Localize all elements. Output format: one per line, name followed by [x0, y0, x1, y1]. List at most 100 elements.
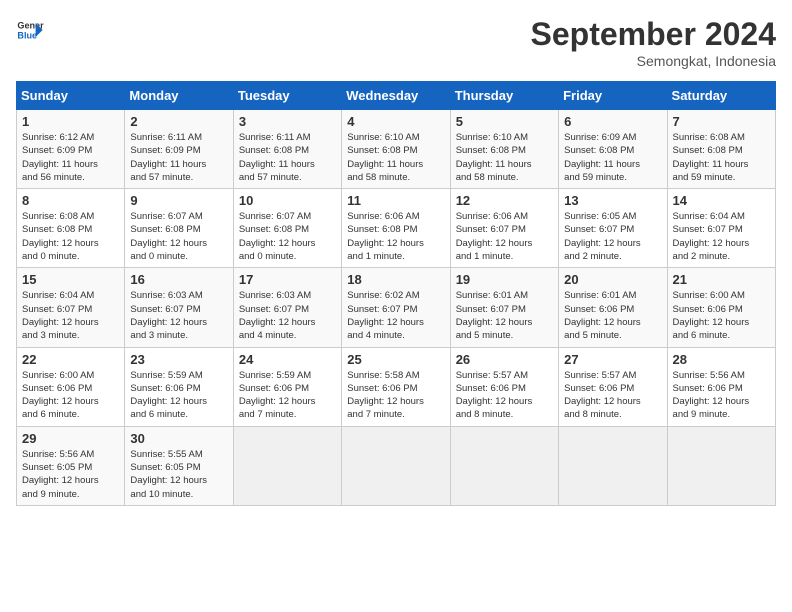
day-number: 29 [22, 431, 119, 446]
day-number: 30 [130, 431, 227, 446]
table-row: 17 Sunrise: 6:03 AMSunset: 6:07 PMDayligh… [233, 268, 341, 347]
day-number: 7 [673, 114, 770, 129]
day-number: 18 [347, 272, 444, 287]
calendar-week-row: 22 Sunrise: 6:00 AMSunset: 6:06 PMDayligh… [17, 347, 776, 426]
day-info: Sunrise: 6:08 AMSunset: 6:08 PMDaylight:… [673, 131, 770, 184]
day-number: 22 [22, 352, 119, 367]
day-number: 17 [239, 272, 336, 287]
header-tuesday: Tuesday [233, 82, 341, 110]
table-row: 5 Sunrise: 6:10 AMSunset: 6:08 PMDaylight… [450, 110, 558, 189]
day-info: Sunrise: 6:01 AMSunset: 6:06 PMDaylight:… [564, 289, 661, 342]
day-info: Sunrise: 5:57 AMSunset: 6:06 PMDaylight:… [564, 369, 661, 422]
calendar-week-row: 8 Sunrise: 6:08 AMSunset: 6:08 PMDaylight… [17, 189, 776, 268]
day-number: 15 [22, 272, 119, 287]
day-info: Sunrise: 6:12 AMSunset: 6:09 PMDaylight:… [22, 131, 119, 184]
table-row: 10 Sunrise: 6:07 AMSunset: 6:08 PMDayligh… [233, 189, 341, 268]
day-number: 14 [673, 193, 770, 208]
title-block: September 2024 Semongkat, Indonesia [531, 16, 776, 69]
day-number: 27 [564, 352, 661, 367]
header-row: Sunday Monday Tuesday Wednesday Thursday… [17, 82, 776, 110]
day-info: Sunrise: 6:08 AMSunset: 6:08 PMDaylight:… [22, 210, 119, 263]
day-info: Sunrise: 6:07 AMSunset: 6:08 PMDaylight:… [130, 210, 227, 263]
empty-cell [233, 426, 341, 505]
day-number: 24 [239, 352, 336, 367]
table-row: 20 Sunrise: 6:01 AMSunset: 6:06 PMDayligh… [559, 268, 667, 347]
day-number: 3 [239, 114, 336, 129]
table-row: 2 Sunrise: 6:11 AMSunset: 6:09 PMDaylight… [125, 110, 233, 189]
day-info: Sunrise: 6:07 AMSunset: 6:08 PMDaylight:… [239, 210, 336, 263]
logo-icon: General Blue [16, 16, 44, 44]
header-friday: Friday [559, 82, 667, 110]
empty-cell [342, 426, 450, 505]
table-row: 22 Sunrise: 6:00 AMSunset: 6:06 PMDayligh… [17, 347, 125, 426]
day-info: Sunrise: 6:00 AMSunset: 6:06 PMDaylight:… [22, 369, 119, 422]
day-info: Sunrise: 6:00 AMSunset: 6:06 PMDaylight:… [673, 289, 770, 342]
day-number: 26 [456, 352, 553, 367]
day-info: Sunrise: 5:57 AMSunset: 6:06 PMDaylight:… [456, 369, 553, 422]
day-number: 11 [347, 193, 444, 208]
table-row: 27 Sunrise: 5:57 AMSunset: 6:06 PMDayligh… [559, 347, 667, 426]
table-row: 30 Sunrise: 5:55 AMSunset: 6:05 PMDayligh… [125, 426, 233, 505]
day-info: Sunrise: 6:04 AMSunset: 6:07 PMDaylight:… [22, 289, 119, 342]
day-number: 20 [564, 272, 661, 287]
table-row: 29Sunrise: 5:56 AMSunset: 6:05 PMDayligh… [17, 426, 125, 505]
table-row: 3 Sunrise: 6:11 AMSunset: 6:08 PMDaylight… [233, 110, 341, 189]
day-number: 5 [456, 114, 553, 129]
calendar-week-row: 15 Sunrise: 6:04 AMSunset: 6:07 PMDayligh… [17, 268, 776, 347]
day-number: 13 [564, 193, 661, 208]
table-row: 28 Sunrise: 5:56 AMSunset: 6:06 PMDayligh… [667, 347, 775, 426]
day-number: 1 [22, 114, 119, 129]
day-number: 19 [456, 272, 553, 287]
empty-cell [450, 426, 558, 505]
svg-text:Blue: Blue [17, 30, 37, 40]
table-row: 14 Sunrise: 6:04 AMSunset: 6:07 PMDayligh… [667, 189, 775, 268]
logo: General Blue [16, 16, 44, 44]
day-info: Sunrise: 6:11 AMSunset: 6:09 PMDaylight:… [130, 131, 227, 184]
table-row: 25Sunrise: 5:58 AMSunset: 6:06 PMDayligh… [342, 347, 450, 426]
day-info: Sunrise: 6:11 AMSunset: 6:08 PMDaylight:… [239, 131, 336, 184]
header-saturday: Saturday [667, 82, 775, 110]
table-row: 15 Sunrise: 6:04 AMSunset: 6:07 PMDayligh… [17, 268, 125, 347]
table-row: 8 Sunrise: 6:08 AMSunset: 6:08 PMDaylight… [17, 189, 125, 268]
table-row: 26 Sunrise: 5:57 AMSunset: 6:06 PMDayligh… [450, 347, 558, 426]
table-row: 18 Sunrise: 6:02 AMSunset: 6:07 PMDayligh… [342, 268, 450, 347]
day-info: Sunrise: 6:03 AMSunset: 6:07 PMDaylight:… [130, 289, 227, 342]
day-number: 16 [130, 272, 227, 287]
day-info: Sunrise: 5:56 AMSunset: 6:06 PMDaylight:… [673, 369, 770, 422]
day-number: 8 [22, 193, 119, 208]
table-row: 12Sunrise: 6:06 AMSunset: 6:07 PMDayligh… [450, 189, 558, 268]
day-info: Sunrise: 6:10 AMSunset: 6:08 PMDaylight:… [347, 131, 444, 184]
day-info: Sunrise: 6:03 AMSunset: 6:07 PMDaylight:… [239, 289, 336, 342]
empty-cell [667, 426, 775, 505]
day-info: Sunrise: 6:04 AMSunset: 6:07 PMDaylight:… [673, 210, 770, 263]
month-title: September 2024 [531, 16, 776, 53]
day-info: Sunrise: 6:06 AMSunset: 6:08 PMDaylight:… [347, 210, 444, 263]
day-info: Sunrise: 5:55 AMSunset: 6:05 PMDaylight:… [130, 448, 227, 501]
day-number: 21 [673, 272, 770, 287]
calendar-week-row: 29Sunrise: 5:56 AMSunset: 6:05 PMDayligh… [17, 426, 776, 505]
header-wednesday: Wednesday [342, 82, 450, 110]
header-thursday: Thursday [450, 82, 558, 110]
calendar-week-row: 1 Sunrise: 6:12 AMSunset: 6:09 PMDaylight… [17, 110, 776, 189]
table-row: 9 Sunrise: 6:07 AMSunset: 6:08 PMDaylight… [125, 189, 233, 268]
table-row: 4Sunrise: 6:10 AMSunset: 6:08 PMDaylight… [342, 110, 450, 189]
table-row: 21 Sunrise: 6:00 AMSunset: 6:06 PMDayligh… [667, 268, 775, 347]
calendar-table: Sunday Monday Tuesday Wednesday Thursday… [16, 81, 776, 506]
header-monday: Monday [125, 82, 233, 110]
table-row: 11 Sunrise: 6:06 AMSunset: 6:08 PMDayligh… [342, 189, 450, 268]
day-number: 2 [130, 114, 227, 129]
page-header: General Blue September 2024 Semongkat, I… [16, 16, 776, 69]
day-number: 28 [673, 352, 770, 367]
table-row: 16 Sunrise: 6:03 AMSunset: 6:07 PMDayligh… [125, 268, 233, 347]
day-info: Sunrise: 6:02 AMSunset: 6:07 PMDaylight:… [347, 289, 444, 342]
day-number: 6 [564, 114, 661, 129]
day-number: 9 [130, 193, 227, 208]
table-row: 24 Sunrise: 5:59 AMSunset: 6:06 PMDayligh… [233, 347, 341, 426]
day-info: Sunrise: 6:10 AMSunset: 6:08 PMDaylight:… [456, 131, 553, 184]
location-subtitle: Semongkat, Indonesia [531, 53, 776, 69]
day-info: Sunrise: 5:59 AMSunset: 6:06 PMDaylight:… [239, 369, 336, 422]
day-info: Sunrise: 6:05 AMSunset: 6:07 PMDaylight:… [564, 210, 661, 263]
table-row: 6Sunrise: 6:09 AMSunset: 6:08 PMDaylight… [559, 110, 667, 189]
day-number: 10 [239, 193, 336, 208]
day-number: 12 [456, 193, 553, 208]
